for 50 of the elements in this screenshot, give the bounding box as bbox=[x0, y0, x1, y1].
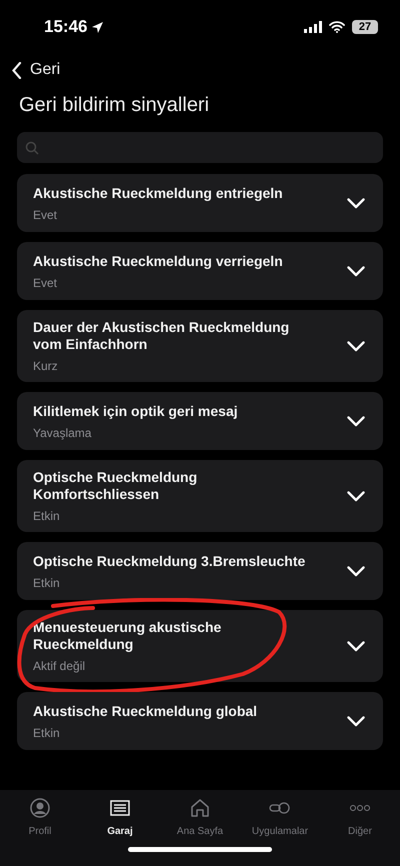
profile-icon bbox=[30, 798, 50, 818]
setting-title: Optische Rueckmeldung 3.Bremsleuchte bbox=[33, 552, 306, 570]
setting-title: Menuesteuerung akustische Rueckmeldung bbox=[33, 619, 222, 653]
setting-row[interactable]: Akustische Rueckmeldung entriegeln Evet bbox=[17, 174, 383, 232]
tab-bar-item[interactable]: Ana Sayfa bbox=[161, 798, 239, 837]
setting-value: Etkin bbox=[33, 726, 61, 740]
back-button[interactable]: Geri bbox=[0, 54, 400, 80]
setting-value: Aktif değil bbox=[33, 659, 86, 673]
setting-value: Evet bbox=[33, 208, 58, 222]
setting-title: Dauer der Akustischen Rueckmeldung vom Einfachhorn bbox=[33, 319, 290, 353]
setting-row[interactable]: Menuesteuerung akustische Rueckmeldung Aktif değil bbox=[17, 610, 383, 682]
chevron-left-icon bbox=[12, 62, 22, 78]
setting-value: Evet bbox=[33, 276, 58, 290]
home-icon bbox=[190, 798, 210, 818]
chevron-down-icon bbox=[347, 266, 365, 276]
setting-row[interactable]: Akustische Rueckmeldung verriegeln Evet bbox=[17, 242, 383, 300]
chevron-down-icon bbox=[347, 198, 365, 208]
wifi-icon bbox=[329, 21, 345, 33]
setting-value: Yavaşlama bbox=[33, 426, 92, 440]
setting-row[interactable]: Optische Rueckmeldung 3.Bremsleuchte Etkin bbox=[17, 542, 383, 600]
chevron-down-icon bbox=[347, 640, 365, 652]
garage-icon bbox=[110, 798, 130, 818]
setting-row[interactable]: Kilitlemek için optik geri mesaj Yavaşlama bbox=[17, 392, 383, 450]
location-arrow-icon bbox=[91, 20, 104, 34]
chevron-down-icon bbox=[347, 416, 365, 426]
setting-value: Kurz bbox=[33, 359, 59, 373]
tab-bar-item[interactable]: Profil bbox=[1, 798, 79, 837]
search-icon bbox=[25, 140, 39, 154]
battery-level: 27 bbox=[352, 20, 378, 34]
setting-title: Akustische Rueckmeldung verriegeln bbox=[33, 252, 284, 270]
chevron-down-icon bbox=[347, 490, 365, 502]
setting-row[interactable]: Akustische Rueckmeldung global Etkin bbox=[17, 692, 383, 750]
setting-value: Etkin bbox=[33, 576, 61, 590]
page-title: Geri bildirim sinyalleri bbox=[18, 93, 210, 118]
tab-bar-item[interactable]: Uygulamalar bbox=[241, 798, 319, 837]
tab-bar-item[interactable]: Garaj bbox=[81, 798, 159, 837]
setting-row[interactable]: Optische Rueckmeldung Komfortschliessen Etkin bbox=[17, 460, 383, 532]
setting-title: Akustische Rueckmeldung entriegeln bbox=[33, 184, 284, 202]
setting-title: Kilitlemek için optik geri mesaj bbox=[33, 402, 239, 420]
setting-row[interactable]: Dauer der Akustischen Rueckmeldung vom Einfachhorn Kurz bbox=[17, 310, 383, 382]
setting-title: Akustische Rueckmeldung global bbox=[33, 702, 258, 720]
signal-icon bbox=[304, 21, 322, 33]
tab-bar-item[interactable]: Diğer bbox=[321, 798, 399, 837]
search-field[interactable] bbox=[17, 132, 383, 163]
setting-title: Optische Rueckmeldung Komfortschliessen bbox=[33, 469, 198, 503]
chevron-down-icon bbox=[347, 566, 365, 576]
setting-value: Etkin bbox=[33, 509, 61, 523]
status-time: 15:46 bbox=[44, 17, 88, 37]
chevron-down-icon bbox=[347, 716, 365, 726]
chevron-down-icon bbox=[347, 340, 365, 352]
